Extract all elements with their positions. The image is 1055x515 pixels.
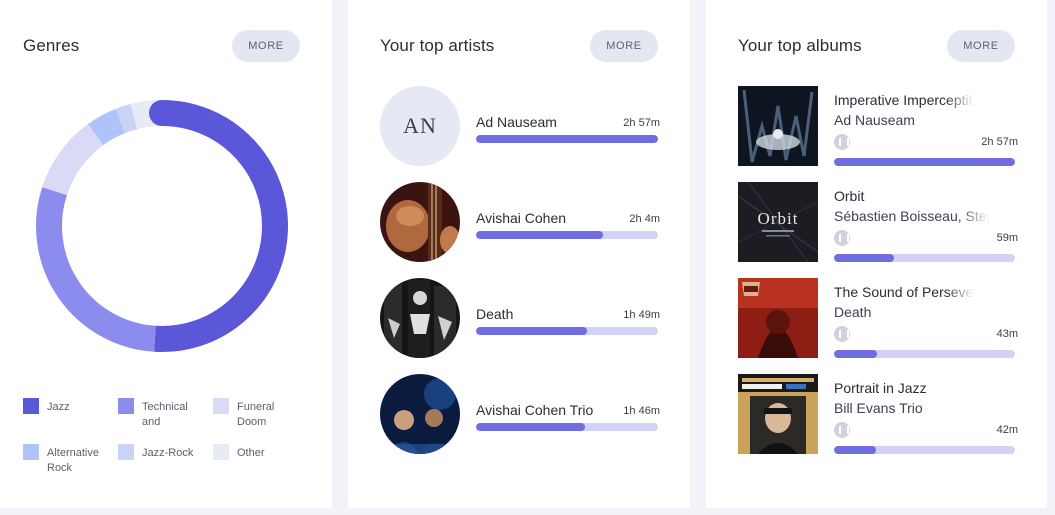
music-service-icon bbox=[834, 134, 850, 150]
donut-slice-jazz-rock[interactable] bbox=[115, 103, 138, 134]
album-time: 2h 57m bbox=[981, 136, 1018, 148]
artist-avatar bbox=[380, 374, 460, 454]
genres-title: Genres bbox=[23, 36, 80, 55]
listening-bar bbox=[476, 135, 658, 143]
artist-avatar bbox=[380, 182, 460, 262]
donut-slice-funeral-doom[interactable] bbox=[42, 124, 104, 196]
album-row[interactable]: Orbit Orbit Sébastien Boisseau, Stephan … bbox=[738, 182, 1018, 262]
donut-slice-alternative-rock[interactable] bbox=[87, 108, 126, 146]
legend-item-funeral-doom: Funeral Doom bbox=[213, 398, 283, 430]
listening-bar-fill bbox=[834, 158, 1015, 166]
listening-bar-fill bbox=[476, 423, 586, 431]
music-service-icon bbox=[834, 422, 850, 438]
album-cover bbox=[738, 278, 818, 358]
listening-bar bbox=[476, 327, 658, 335]
listening-bar bbox=[834, 254, 1015, 262]
genres-card: Genres MORE Jazz Technical and Funeral D… bbox=[0, 0, 332, 508]
legend-label: Technical and bbox=[142, 401, 188, 428]
legend-item-jazz-rock: Jazz-Rock bbox=[118, 444, 204, 461]
artist-time: 1h 46m bbox=[623, 405, 660, 417]
legend-item-technical: Technical and bbox=[118, 398, 198, 430]
legend-label: Other bbox=[237, 447, 265, 459]
album-time: 42m bbox=[996, 424, 1018, 436]
artists-more-button[interactable]: MORE bbox=[590, 30, 658, 62]
album-row[interactable]: The Sound of Perseverance Death 43m bbox=[738, 278, 1018, 358]
legend-item-jazz: Jazz bbox=[23, 398, 109, 415]
legend-label: Funeral Doom bbox=[237, 401, 275, 428]
donut-slice-jazz[interactable] bbox=[154, 100, 288, 352]
music-service-icon bbox=[834, 230, 850, 246]
album-artist: Sébastien Boisseau, Stephan Oliva bbox=[834, 208, 990, 224]
top-albums-card: Your top albums MORE Imperative Impercep… bbox=[706, 0, 1047, 508]
listening-bar-fill bbox=[834, 446, 876, 454]
artist-avatar: AN bbox=[380, 86, 460, 166]
legend-swatch bbox=[213, 444, 229, 460]
album-time: 59m bbox=[996, 232, 1018, 244]
album-title: Imperative Imperceptible Impulse bbox=[834, 92, 974, 108]
legend-swatch bbox=[23, 444, 39, 460]
albums-more-button[interactable]: MORE bbox=[947, 30, 1015, 62]
legend-swatch bbox=[213, 398, 229, 414]
legend-label: Jazz bbox=[47, 401, 70, 413]
album-time: 43m bbox=[996, 328, 1018, 340]
album-row[interactable]: Imperative Imperceptible Impulse Ad Naus… bbox=[738, 86, 1018, 166]
artist-name: Avishai Cohen bbox=[476, 210, 567, 226]
artist-name: Avishai Cohen Trio bbox=[476, 402, 594, 418]
listening-bar-fill bbox=[476, 327, 588, 335]
genres-more-button[interactable]: MORE bbox=[232, 30, 300, 62]
artist-time: 2h 4m bbox=[629, 213, 660, 225]
donut-slice-technical-and[interactable] bbox=[36, 187, 157, 352]
album-cover bbox=[738, 86, 818, 166]
legend-item-alternative-rock: Alternative Rock bbox=[23, 444, 105, 476]
artist-name: Ad Nauseam bbox=[476, 114, 557, 130]
artist-row[interactable]: AN Ad Nauseam 2h 57m bbox=[380, 86, 660, 166]
artist-time: 2h 57m bbox=[623, 117, 660, 129]
album-cover-text: Orbit bbox=[758, 209, 799, 228]
album-title: Orbit bbox=[834, 188, 865, 204]
donut-start-cap bbox=[149, 100, 175, 126]
legend-swatch bbox=[23, 398, 39, 414]
listening-bar bbox=[834, 446, 1015, 454]
legend-label: Jazz-Rock bbox=[142, 447, 194, 459]
listening-bar bbox=[834, 350, 1015, 358]
listening-bar bbox=[476, 423, 658, 431]
top-artists-title: Your top artists bbox=[380, 36, 495, 55]
artist-avatar bbox=[380, 278, 460, 358]
album-row[interactable]: Portrait in Jazz Bill Evans Trio 42m bbox=[738, 374, 1018, 454]
album-cover: Orbit bbox=[738, 182, 818, 262]
top-albums-title: Your top albums bbox=[738, 36, 862, 55]
listening-bar-fill bbox=[834, 254, 894, 262]
top-artists-card: Your top artists MORE AN Ad Nauseam 2h 5… bbox=[348, 0, 690, 508]
album-cover bbox=[738, 374, 818, 454]
artist-row[interactable]: Avishai Cohen Trio 1h 46m bbox=[380, 374, 660, 454]
legend-label: Alternative Rock bbox=[47, 447, 99, 474]
album-title: Portrait in Jazz bbox=[834, 380, 927, 396]
album-artist: Bill Evans Trio bbox=[834, 400, 923, 416]
listening-bar-fill bbox=[476, 135, 658, 143]
legend-swatch bbox=[118, 444, 134, 460]
listening-bar-fill bbox=[834, 350, 878, 358]
album-artist: Death bbox=[834, 304, 872, 320]
album-artist: Ad Nauseam bbox=[834, 112, 915, 128]
music-service-icon bbox=[834, 326, 850, 342]
listening-bar bbox=[476, 231, 658, 239]
legend-swatch bbox=[118, 398, 134, 414]
listening-bar bbox=[834, 158, 1015, 166]
genres-donut-chart bbox=[36, 100, 288, 352]
legend-item-other: Other bbox=[213, 444, 299, 461]
artist-time: 1h 49m bbox=[623, 309, 660, 321]
artist-row[interactable]: Death 1h 49m bbox=[380, 278, 660, 358]
artist-row[interactable]: Avishai Cohen 2h 4m bbox=[380, 182, 660, 262]
artist-name: Death bbox=[476, 306, 514, 322]
album-title: The Sound of Perseverance bbox=[834, 284, 974, 300]
listening-bar-fill bbox=[476, 231, 604, 239]
